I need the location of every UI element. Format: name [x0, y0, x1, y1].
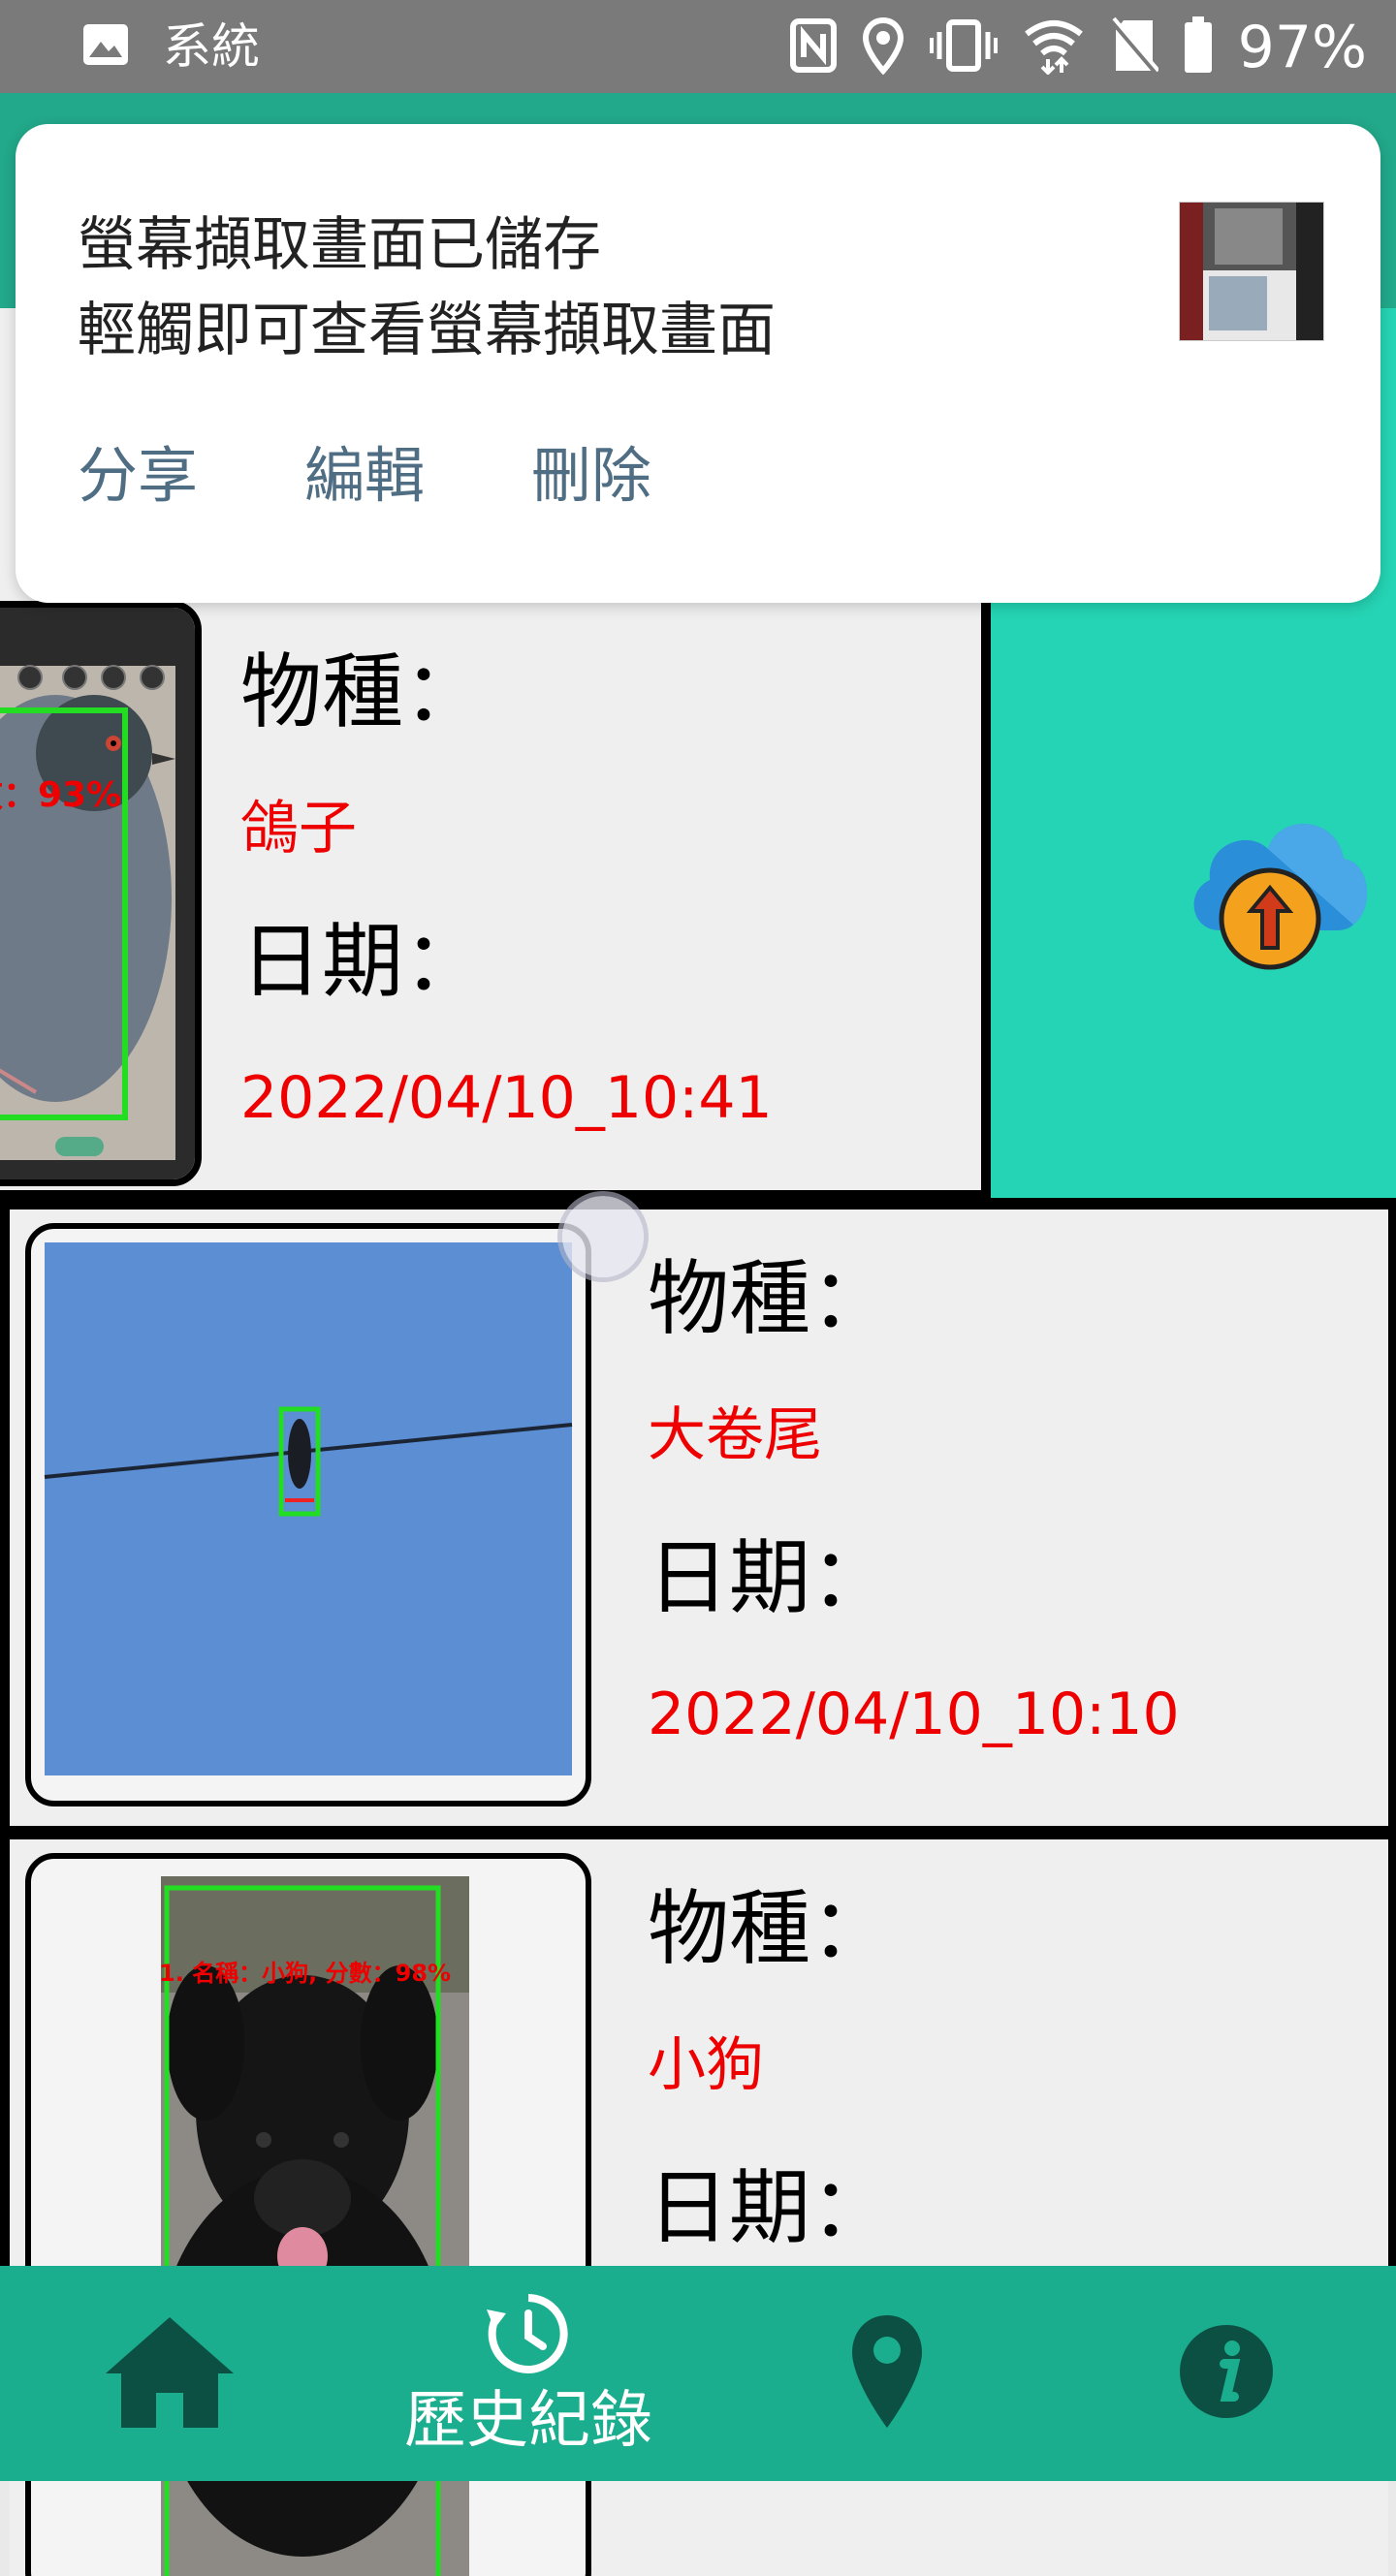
status-title: 系統: [163, 18, 260, 75]
cloud-upload-icon[interactable]: [1181, 785, 1375, 983]
date-value: 2022/04/10_10:10: [648, 1681, 1180, 1748]
screenshot-thumbnail[interactable]: [1179, 202, 1324, 341]
bottom-navigation: 歷史紀錄: [0, 2266, 1396, 2481]
notification-title: 螢幕擷取畫面已儲存: [78, 211, 601, 279]
record-thumbnail[interactable]: 數：93%: [0, 601, 202, 1186]
image-icon: [81, 22, 130, 71]
date-label: 日期：: [240, 914, 486, 1009]
battery-icon: [1184, 16, 1213, 79]
species-value: 鴿子: [240, 795, 357, 863]
record-thumbnail[interactable]: [25, 1223, 591, 1806]
nav-info[interactable]: [1173, 2266, 1280, 2481]
nfc-icon: [789, 18, 837, 77]
species-label: 物種：: [648, 1881, 893, 1976]
species-value: 大卷尾: [648, 1401, 822, 1469]
detection-overlay: 數：93%: [0, 775, 122, 815]
vibrate-icon: [929, 18, 998, 77]
detection-overlay: 1. 名稱：小狗, 分數：98%: [159, 1960, 452, 1987]
info-icon: [1178, 2323, 1275, 2424]
status-right: 97%: [789, 14, 1367, 81]
location-icon: [862, 16, 904, 79]
pigeon-photo: [0, 608, 195, 1179]
status-left: 系統: [81, 17, 260, 76]
date-value: 2022/04/10_10:41: [240, 1064, 773, 1132]
wifi-icon: [1023, 16, 1085, 79]
record-card[interactable]: 物種： 大卷尾 日期： 2022/04/10_10:10: [10, 1209, 1388, 1826]
touch-indicator: [562, 1196, 644, 1277]
status-bar: 系統 97%: [0, 0, 1396, 93]
battery-percent: 97%: [1237, 14, 1367, 81]
date-label: 日期：: [648, 2160, 893, 2255]
history-icon: [485, 2290, 572, 2381]
share-button[interactable]: 分享: [78, 432, 198, 519]
location-pin-icon: [848, 2311, 926, 2435]
nav-home[interactable]: [106, 2266, 234, 2481]
nav-map[interactable]: [834, 2266, 940, 2481]
species-value: 小狗: [648, 2031, 764, 2099]
screenshot-notification[interactable]: 螢幕擷取畫面已儲存 輕觸即可查看螢幕擷取畫面 分享 編輯 刪除: [16, 124, 1380, 603]
drongo-photo: [44, 1242, 573, 1775]
edit-button[interactable]: 編輯: [304, 432, 425, 519]
no-sim-icon: [1109, 16, 1160, 79]
species-label: 物種：: [240, 644, 486, 739]
delete-button[interactable]: 刪除: [531, 432, 651, 519]
nav-history-label: 歷史紀錄: [404, 2385, 652, 2457]
home-icon: [102, 2311, 238, 2435]
date-label: 日期：: [648, 1530, 893, 1625]
notification-body: 輕觸即可查看螢幕擷取畫面: [78, 297, 776, 364]
notification-actions: 分享 編輯 刪除: [78, 432, 651, 519]
species-label: 物種：: [648, 1251, 893, 1346]
nav-history[interactable]: 歷史紀錄: [388, 2266, 669, 2481]
